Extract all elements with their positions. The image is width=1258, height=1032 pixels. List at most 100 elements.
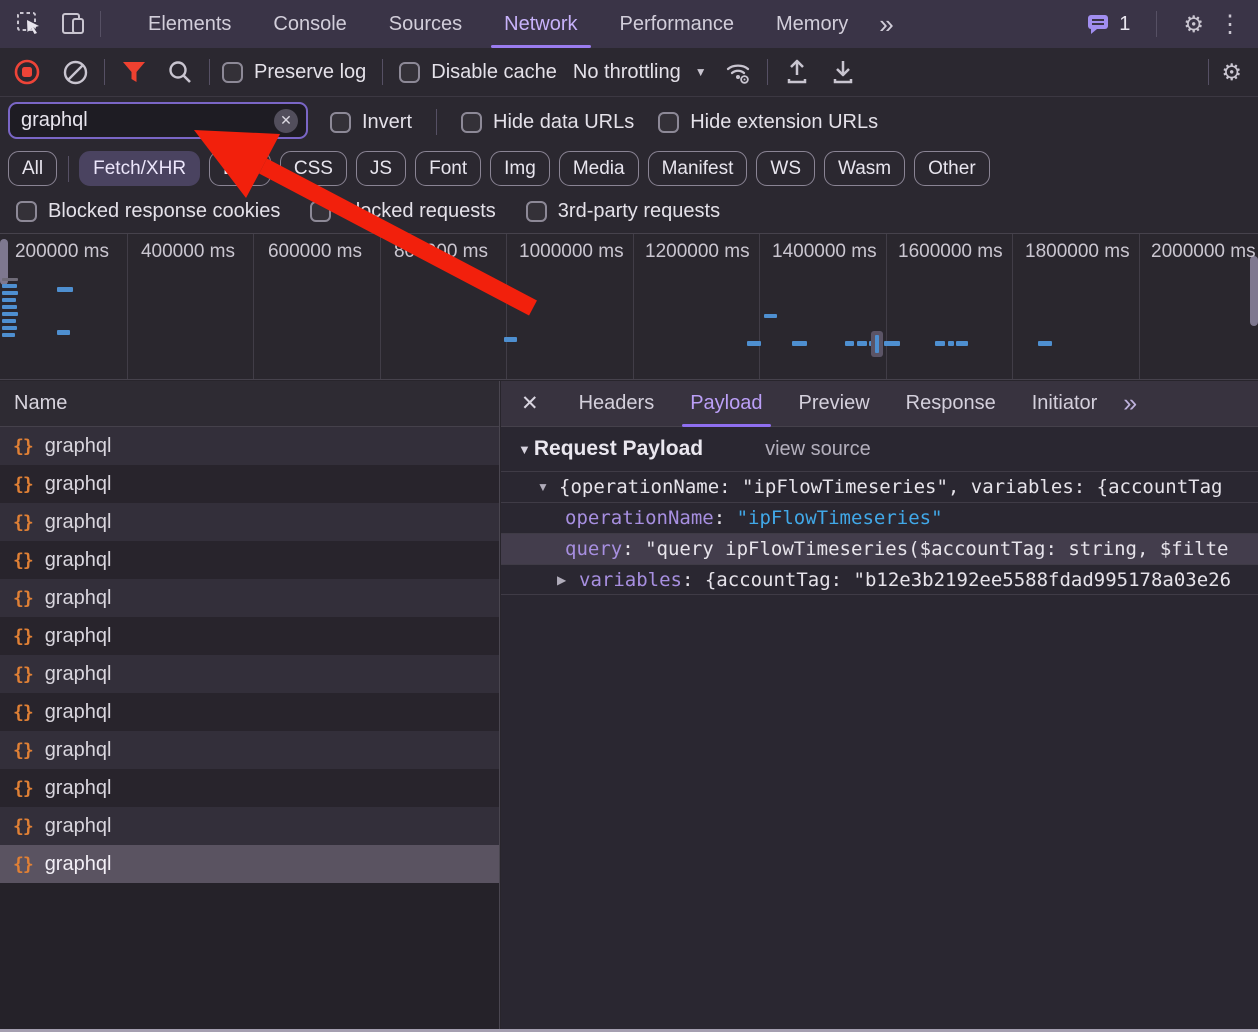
issues-icon[interactable]: 1 [1086, 12, 1130, 36]
filter-icon[interactable] [117, 55, 151, 89]
checkbox[interactable] [526, 201, 547, 222]
request-row[interactable]: {}graphql [0, 845, 499, 883]
waterfall-bar[interactable] [2, 326, 17, 330]
request-row[interactable]: {}graphql [0, 655, 499, 693]
waterfall-bar[interactable] [747, 341, 761, 346]
collapsed-triangle-icon[interactable]: ▶ [557, 565, 566, 595]
import-har-icon[interactable] [780, 55, 814, 89]
waterfall-bar[interactable] [956, 341, 968, 346]
detail-tab-preview[interactable]: Preview [781, 381, 888, 427]
type-chip-js[interactable]: JS [356, 151, 406, 186]
checkbox[interactable] [658, 112, 679, 133]
request-row[interactable]: {}graphql [0, 617, 499, 655]
expanded-triangle-icon[interactable]: ▼ [537, 472, 549, 502]
throttling-select[interactable]: No throttling ▼ [573, 61, 707, 84]
record-network-log-button[interactable] [10, 55, 44, 89]
collapse-triangle-icon[interactable]: ▼ [518, 442, 531, 457]
waterfall-bar[interactable] [792, 341, 807, 346]
waterfall-bar[interactable] [2, 278, 18, 281]
waterfall-bar[interactable] [935, 341, 945, 346]
settings-gear-icon[interactable]: ⚙ [1183, 13, 1204, 36]
waterfall-bar[interactable] [504, 337, 517, 342]
network-settings-gear-icon[interactable]: ⚙ [1221, 61, 1242, 84]
payload-tree-row[interactable]: ▼{operationName: "ipFlowTimeseries", var… [501, 471, 1258, 502]
waterfall-bar[interactable] [57, 330, 70, 335]
waterfall-bar[interactable] [2, 305, 17, 309]
filter-text-input[interactable]: graphql ✕ [8, 102, 308, 139]
request-row[interactable]: {}graphql [0, 807, 499, 845]
waterfall-bar[interactable] [2, 319, 16, 323]
hide-extension-urls-checkbox[interactable]: Hide extension URLs [658, 111, 878, 134]
type-chip-ws[interactable]: WS [756, 151, 815, 186]
search-icon[interactable] [163, 55, 197, 89]
waterfall-bar[interactable] [857, 341, 867, 346]
name-column-header[interactable]: Name [0, 381, 499, 427]
request-row[interactable]: {}graphql [0, 465, 499, 503]
payload-tree-row[interactable]: operationName: "ipFlowTimeseries" [501, 502, 1258, 533]
filter-text-value[interactable]: graphql [21, 109, 274, 132]
clear-filter-icon[interactable]: ✕ [274, 109, 298, 133]
waterfall-bar[interactable] [2, 291, 18, 295]
tab-memory[interactable]: Memory [755, 0, 869, 48]
close-icon[interactable]: ✕ [521, 391, 539, 416]
tab-elements[interactable]: Elements [127, 0, 252, 48]
invert-checkbox[interactable]: Invert [330, 111, 412, 134]
payload-tree-row[interactable]: query: "query ipFlowTimeseries($accountT… [501, 533, 1258, 564]
network-overview-timeline[interactable]: 200000 ms400000 ms600000 ms800000 ms1000… [0, 233, 1258, 380]
more-detail-tabs-icon[interactable]: » [1123, 389, 1137, 418]
type-chip-wasm[interactable]: Wasm [824, 151, 905, 186]
blocked-requests-checkbox[interactable]: Blocked requests [310, 200, 495, 223]
request-payload-section[interactable]: ▼ Request Payload view source [501, 427, 1258, 471]
detail-tab-response[interactable]: Response [888, 381, 1014, 427]
type-chip-manifest[interactable]: Manifest [648, 151, 748, 186]
payload-tree-row[interactable]: ▶variables: {accountTag: "b12e3b2192ee55… [501, 564, 1258, 595]
export-har-icon[interactable] [826, 55, 860, 89]
waterfall-bar[interactable] [764, 314, 777, 318]
inspect-element-icon[interactable] [14, 9, 44, 39]
more-tabs-icon[interactable]: » [869, 0, 903, 48]
waterfall-bar[interactable] [2, 284, 17, 288]
request-row[interactable]: {}graphql [0, 693, 499, 731]
detail-tab-payload[interactable]: Payload [672, 381, 780, 427]
request-row[interactable]: {}graphql [0, 427, 499, 465]
overview-right-grip[interactable] [1250, 256, 1258, 326]
disable-cache-checkbox[interactable]: Disable cache [399, 61, 557, 84]
type-chip-css[interactable]: CSS [280, 151, 347, 186]
waterfall-bar[interactable] [2, 333, 15, 337]
waterfall-bar[interactable] [884, 341, 900, 346]
tab-performance[interactable]: Performance [599, 0, 756, 48]
device-toolbar-icon[interactable] [58, 9, 88, 39]
type-chip-fetchxhr[interactable]: Fetch/XHR [79, 151, 200, 186]
3rd-party-requests-checkbox[interactable]: 3rd-party requests [526, 200, 720, 223]
tab-network[interactable]: Network [483, 0, 598, 48]
checkbox[interactable] [330, 112, 351, 133]
waterfall-bar[interactable] [2, 298, 16, 302]
request-row[interactable]: {}graphql [0, 541, 499, 579]
clear-network-log-icon[interactable] [58, 55, 92, 89]
checkbox[interactable] [461, 112, 482, 133]
view-source-toggle[interactable]: view source [765, 438, 871, 461]
tab-console[interactable]: Console [252, 0, 367, 48]
type-chip-img[interactable]: Img [490, 151, 550, 186]
hide-data-urls-checkbox[interactable]: Hide data URLs [461, 111, 634, 134]
checkbox[interactable] [16, 201, 37, 222]
waterfall-bar[interactable] [845, 341, 854, 346]
checkbox[interactable] [222, 62, 243, 83]
request-row[interactable]: {}graphql [0, 579, 499, 617]
detail-tab-initiator[interactable]: Initiator [1014, 381, 1116, 427]
waterfall-bar[interactable] [1038, 341, 1052, 346]
tab-sources[interactable]: Sources [368, 0, 483, 48]
type-chip-all[interactable]: All [8, 151, 57, 186]
detail-tab-headers[interactable]: Headers [561, 381, 673, 427]
blocked-response-cookies-checkbox[interactable]: Blocked response cookies [16, 200, 280, 223]
network-conditions-icon[interactable] [721, 55, 755, 89]
checkbox[interactable] [399, 62, 420, 83]
kebab-menu-icon[interactable]: ⋮ [1218, 10, 1242, 39]
type-chip-other[interactable]: Other [914, 151, 990, 186]
request-row[interactable]: {}graphql [0, 503, 499, 541]
request-row[interactable]: {}graphql [0, 769, 499, 807]
waterfall-bar[interactable] [948, 341, 954, 346]
preserve-log-checkbox[interactable]: Preserve log [222, 61, 366, 84]
type-chip-doc[interactable]: Doc [209, 151, 271, 186]
type-chip-font[interactable]: Font [415, 151, 481, 186]
